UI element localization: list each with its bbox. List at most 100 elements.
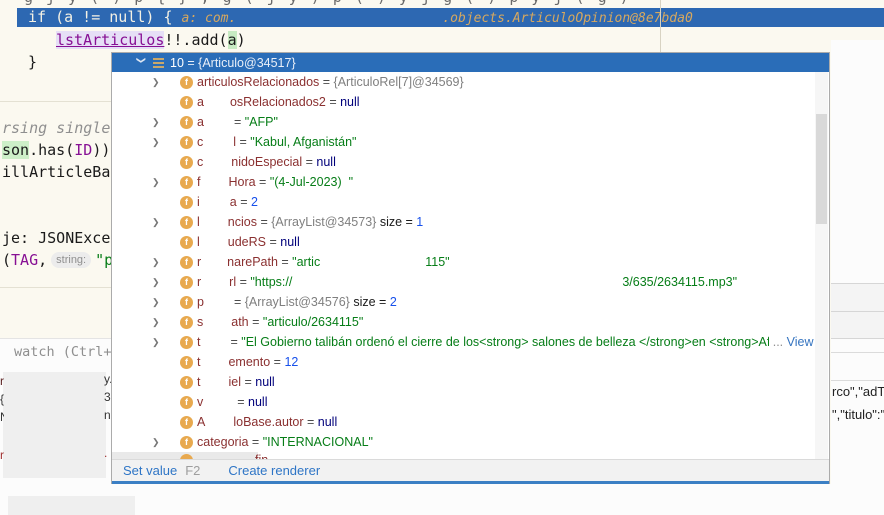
scrollbar-thumb[interactable] xyxy=(816,114,827,224)
segment-name: categoria xyxy=(197,435,249,449)
variable-row[interactable]: f t iel = null xyxy=(112,372,829,392)
segment-name: i xyxy=(197,195,200,209)
variable-row[interactable]: ❯ f articulosRelacionados = {ArticuloRel[7… xyxy=(112,72,829,92)
segment-name: emento xyxy=(228,355,271,369)
variable-row[interactable]: ❯ f p = {ArrayList@34576} size = 2 xyxy=(112,292,829,312)
segment-str: "articulo/2634115" xyxy=(262,315,364,329)
code-fragment-has: son.has(ID)) { xyxy=(0,140,113,160)
expand-chevron-icon[interactable]: ❯ xyxy=(152,337,167,348)
variable-row[interactable]: ❯ f r rl = "https:// 3/635/2634115.mp3" xyxy=(112,272,829,292)
variable-row[interactable]: f l udeRS = null xyxy=(112,232,829,252)
code-fragment-log: (TAG, string: "p xyxy=(0,250,113,270)
segment-op: = xyxy=(325,95,341,109)
json-text-fragment: ","titulo":" xyxy=(832,407,884,422)
field-icon: f xyxy=(180,395,193,409)
field-icon: f xyxy=(180,355,193,369)
segment-str: "INTERNACIONAL" xyxy=(262,435,373,449)
code-text: , xyxy=(38,251,48,269)
field-icon: f xyxy=(180,115,193,129)
variable-row[interactable]: ❯ f l ncios = {ArrayList@34573} size = 1 xyxy=(112,212,829,232)
code-text: )) { xyxy=(92,141,113,159)
segment-name: A xyxy=(197,415,206,429)
add-watch-input[interactable]: watch (Ctrl+Shi xyxy=(14,344,111,360)
segment-size: size = xyxy=(349,295,390,309)
segment-name: a xyxy=(197,115,204,129)
variable-row[interactable]: f a osRelacionados2 = null xyxy=(112,92,829,112)
segment-name: ath xyxy=(231,315,249,329)
field-icon: f xyxy=(180,295,193,309)
comment-fragment: rsing single A xyxy=(2,119,113,137)
segment-str: "AFP" xyxy=(244,115,278,129)
code-line-add[interactable]: lstArticulos!!.add(a) xyxy=(56,30,246,50)
code-line-brace[interactable]: } xyxy=(28,52,37,72)
selected-variable-row[interactable]: ❯ 10 = {Articulo@34517} xyxy=(112,53,829,72)
segment-op: = xyxy=(241,375,256,389)
text-fragment: 3 xyxy=(104,390,111,404)
execution-highlight-line[interactable]: if (a != null) { a: com. .objects.Articul… xyxy=(17,8,884,27)
variable-row[interactable]: f t emento = 12 xyxy=(112,352,829,372)
expand-chevron-icon[interactable]: ❯ xyxy=(152,117,167,128)
chevron-down-icon[interactable]: ❯ xyxy=(136,57,147,69)
variable-row[interactable]: ❯ f s ath = "articulo/2634115" xyxy=(112,312,829,332)
segment-op: = xyxy=(256,215,272,229)
field-icon: f xyxy=(180,135,193,149)
shortcut-label: F2 xyxy=(185,463,201,478)
segment-ref: {ArrayList@34576} xyxy=(244,295,350,309)
segment-name: s xyxy=(197,315,204,329)
expand-chevron-icon[interactable]: ❯ xyxy=(152,217,167,228)
segment-op: = xyxy=(230,335,242,349)
view-link[interactable]: View xyxy=(787,335,814,349)
segment-name: rl xyxy=(229,275,237,289)
segment-name: ncios xyxy=(227,215,257,229)
segment-name: udeRS xyxy=(227,235,267,249)
variable-row[interactable]: ❯ f a = "AFP" xyxy=(112,112,829,132)
field-icon: f xyxy=(180,75,193,89)
variable-row[interactable]: f c nidoEspecial = null xyxy=(112,152,829,172)
segment-op: = xyxy=(236,275,251,289)
expand-chevron-icon[interactable]: ❯ xyxy=(152,297,167,308)
segment-name: t xyxy=(197,375,201,389)
segment-name: a xyxy=(229,195,237,209)
code-text: ) xyxy=(236,31,246,49)
segment-ref: {ArticuloRel[7]@34569} xyxy=(333,75,464,89)
segment-name: c xyxy=(197,155,204,169)
field-icon: f xyxy=(180,155,193,169)
divider-line xyxy=(0,287,111,288)
expand-chevron-icon[interactable]: ❯ xyxy=(152,137,167,148)
background-row xyxy=(831,311,884,339)
variable-row[interactable]: fi a = 2 xyxy=(112,192,829,212)
redacted-area xyxy=(8,496,135,515)
segment-str: "Kabul, Afganistán" xyxy=(250,135,357,149)
variable-row[interactable]: ❯ f categoria = "INTERNACIONAL" xyxy=(112,432,829,452)
variable-row[interactable]: f AloBase.autor = null xyxy=(112,412,829,432)
expand-chevron-icon[interactable]: ❯ xyxy=(152,177,167,188)
inline-debugger-hint: a: com. xyxy=(181,11,237,26)
variable-row[interactable]: ❯ f r narePath = "artic 115" xyxy=(112,252,829,272)
variable-row[interactable]: f v = null xyxy=(112,392,829,412)
field-icon: f xyxy=(180,95,193,109)
variable-row[interactable]: ❯ f f Hora = "(4-Jul-2023) " xyxy=(112,172,829,192)
segment-size: size = xyxy=(376,215,417,229)
field-icon: f xyxy=(180,195,193,209)
field-icon: f xyxy=(180,275,193,289)
text-fragment: . xyxy=(104,446,108,460)
variables-rows: ❯ f articulosRelacionados = {ArticuloRel[7… xyxy=(112,72,829,452)
expand-chevron-icon[interactable]: ❯ xyxy=(152,77,167,88)
redacted-area xyxy=(3,372,106,478)
set-value-button[interactable]: Set value xyxy=(123,463,177,478)
right-background-pane: rco","adTy ","titulo":" xyxy=(831,40,884,515)
expand-chevron-icon[interactable]: ❯ xyxy=(152,277,167,288)
segment-num: 1 xyxy=(416,215,424,229)
variable-value: {Articulo@34517} xyxy=(198,55,296,70)
code-text: if (a != null) { xyxy=(28,8,182,26)
expand-chevron-icon[interactable]: ❯ xyxy=(152,437,167,448)
variable-row[interactable]: ❯ f t = "El Gobierno talibán ordenó el cier… xyxy=(112,332,829,352)
expand-chevron-icon[interactable]: ❯ xyxy=(152,257,167,268)
segment-name: loBase.autor xyxy=(233,415,304,429)
segment-op: = xyxy=(266,235,281,249)
field-icon: f xyxy=(180,215,193,229)
expand-chevron-icon[interactable]: ❯ xyxy=(152,317,167,328)
create-renderer-button[interactable]: Create renderer xyxy=(228,463,320,478)
text-fragment: { xyxy=(0,392,4,406)
variable-row[interactable]: ❯ f c l = "Kabul, Afganistán" xyxy=(112,132,829,152)
